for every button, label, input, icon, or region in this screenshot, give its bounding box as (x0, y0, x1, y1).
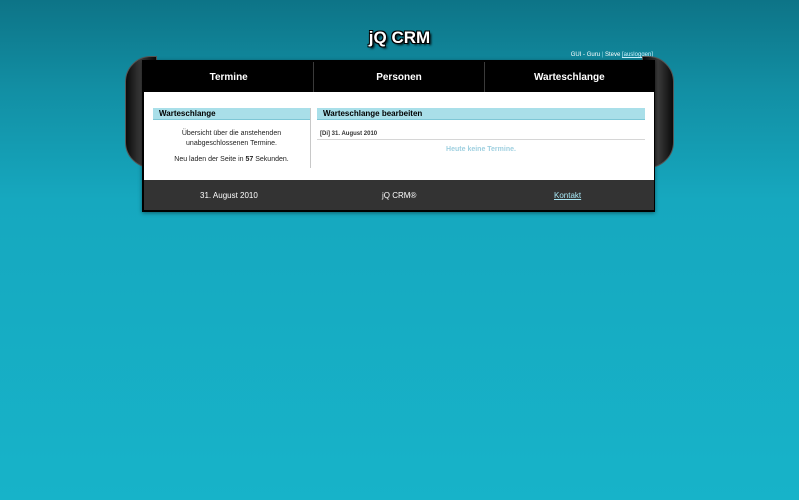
footer-brand: jQ CRM® (382, 190, 417, 200)
app-title: jQ CRM (368, 28, 431, 47)
user-bar: GUI - Guru | Steve [ausloggen] (571, 52, 653, 58)
user-role: GUI - Guru (570, 52, 601, 58)
reload-prefix: Neu laden der Seite in (174, 156, 244, 163)
queue-description: Übersicht über die anstehenden unabgesch… (181, 130, 282, 147)
main-navigation: Termine Personen Warteschlange (144, 62, 654, 92)
user-separator: | (601, 52, 604, 58)
queue-edit-title: Warteschlange bearbeiten (317, 108, 645, 120)
queue-edit-panel: Warteschlange bearbeiten [Di] 31. August… (317, 108, 645, 168)
nav-item-warteschlange[interactable]: Warteschlange (485, 62, 654, 92)
empty-message: Heute keine Termine. (446, 146, 516, 153)
reload-seconds: 57 (245, 156, 254, 163)
queue-sidebar-title: Warteschlange (153, 108, 310, 120)
user-name: Steve (604, 52, 621, 58)
footer-date: 31. August 2010 (200, 190, 258, 200)
contact-link[interactable]: Kontakt (554, 191, 581, 200)
date-heading: [Di] 31. August 2010 (317, 131, 645, 140)
queue-sidebar: Warteschlange Übersicht über die anstehe… (153, 108, 311, 168)
nav-item-termine[interactable]: Termine (144, 62, 315, 92)
nav-item-personen[interactable]: Personen (314, 62, 485, 92)
reload-suffix: Sekunden. (255, 156, 289, 163)
reload-countdown: Neu laden der Seite in 57 Sekunden. (153, 156, 310, 163)
footer: 31. August 2010 jQ CRM® Kontakt (144, 180, 654, 210)
content-area: Warteschlange Übersicht über die anstehe… (144, 92, 654, 180)
